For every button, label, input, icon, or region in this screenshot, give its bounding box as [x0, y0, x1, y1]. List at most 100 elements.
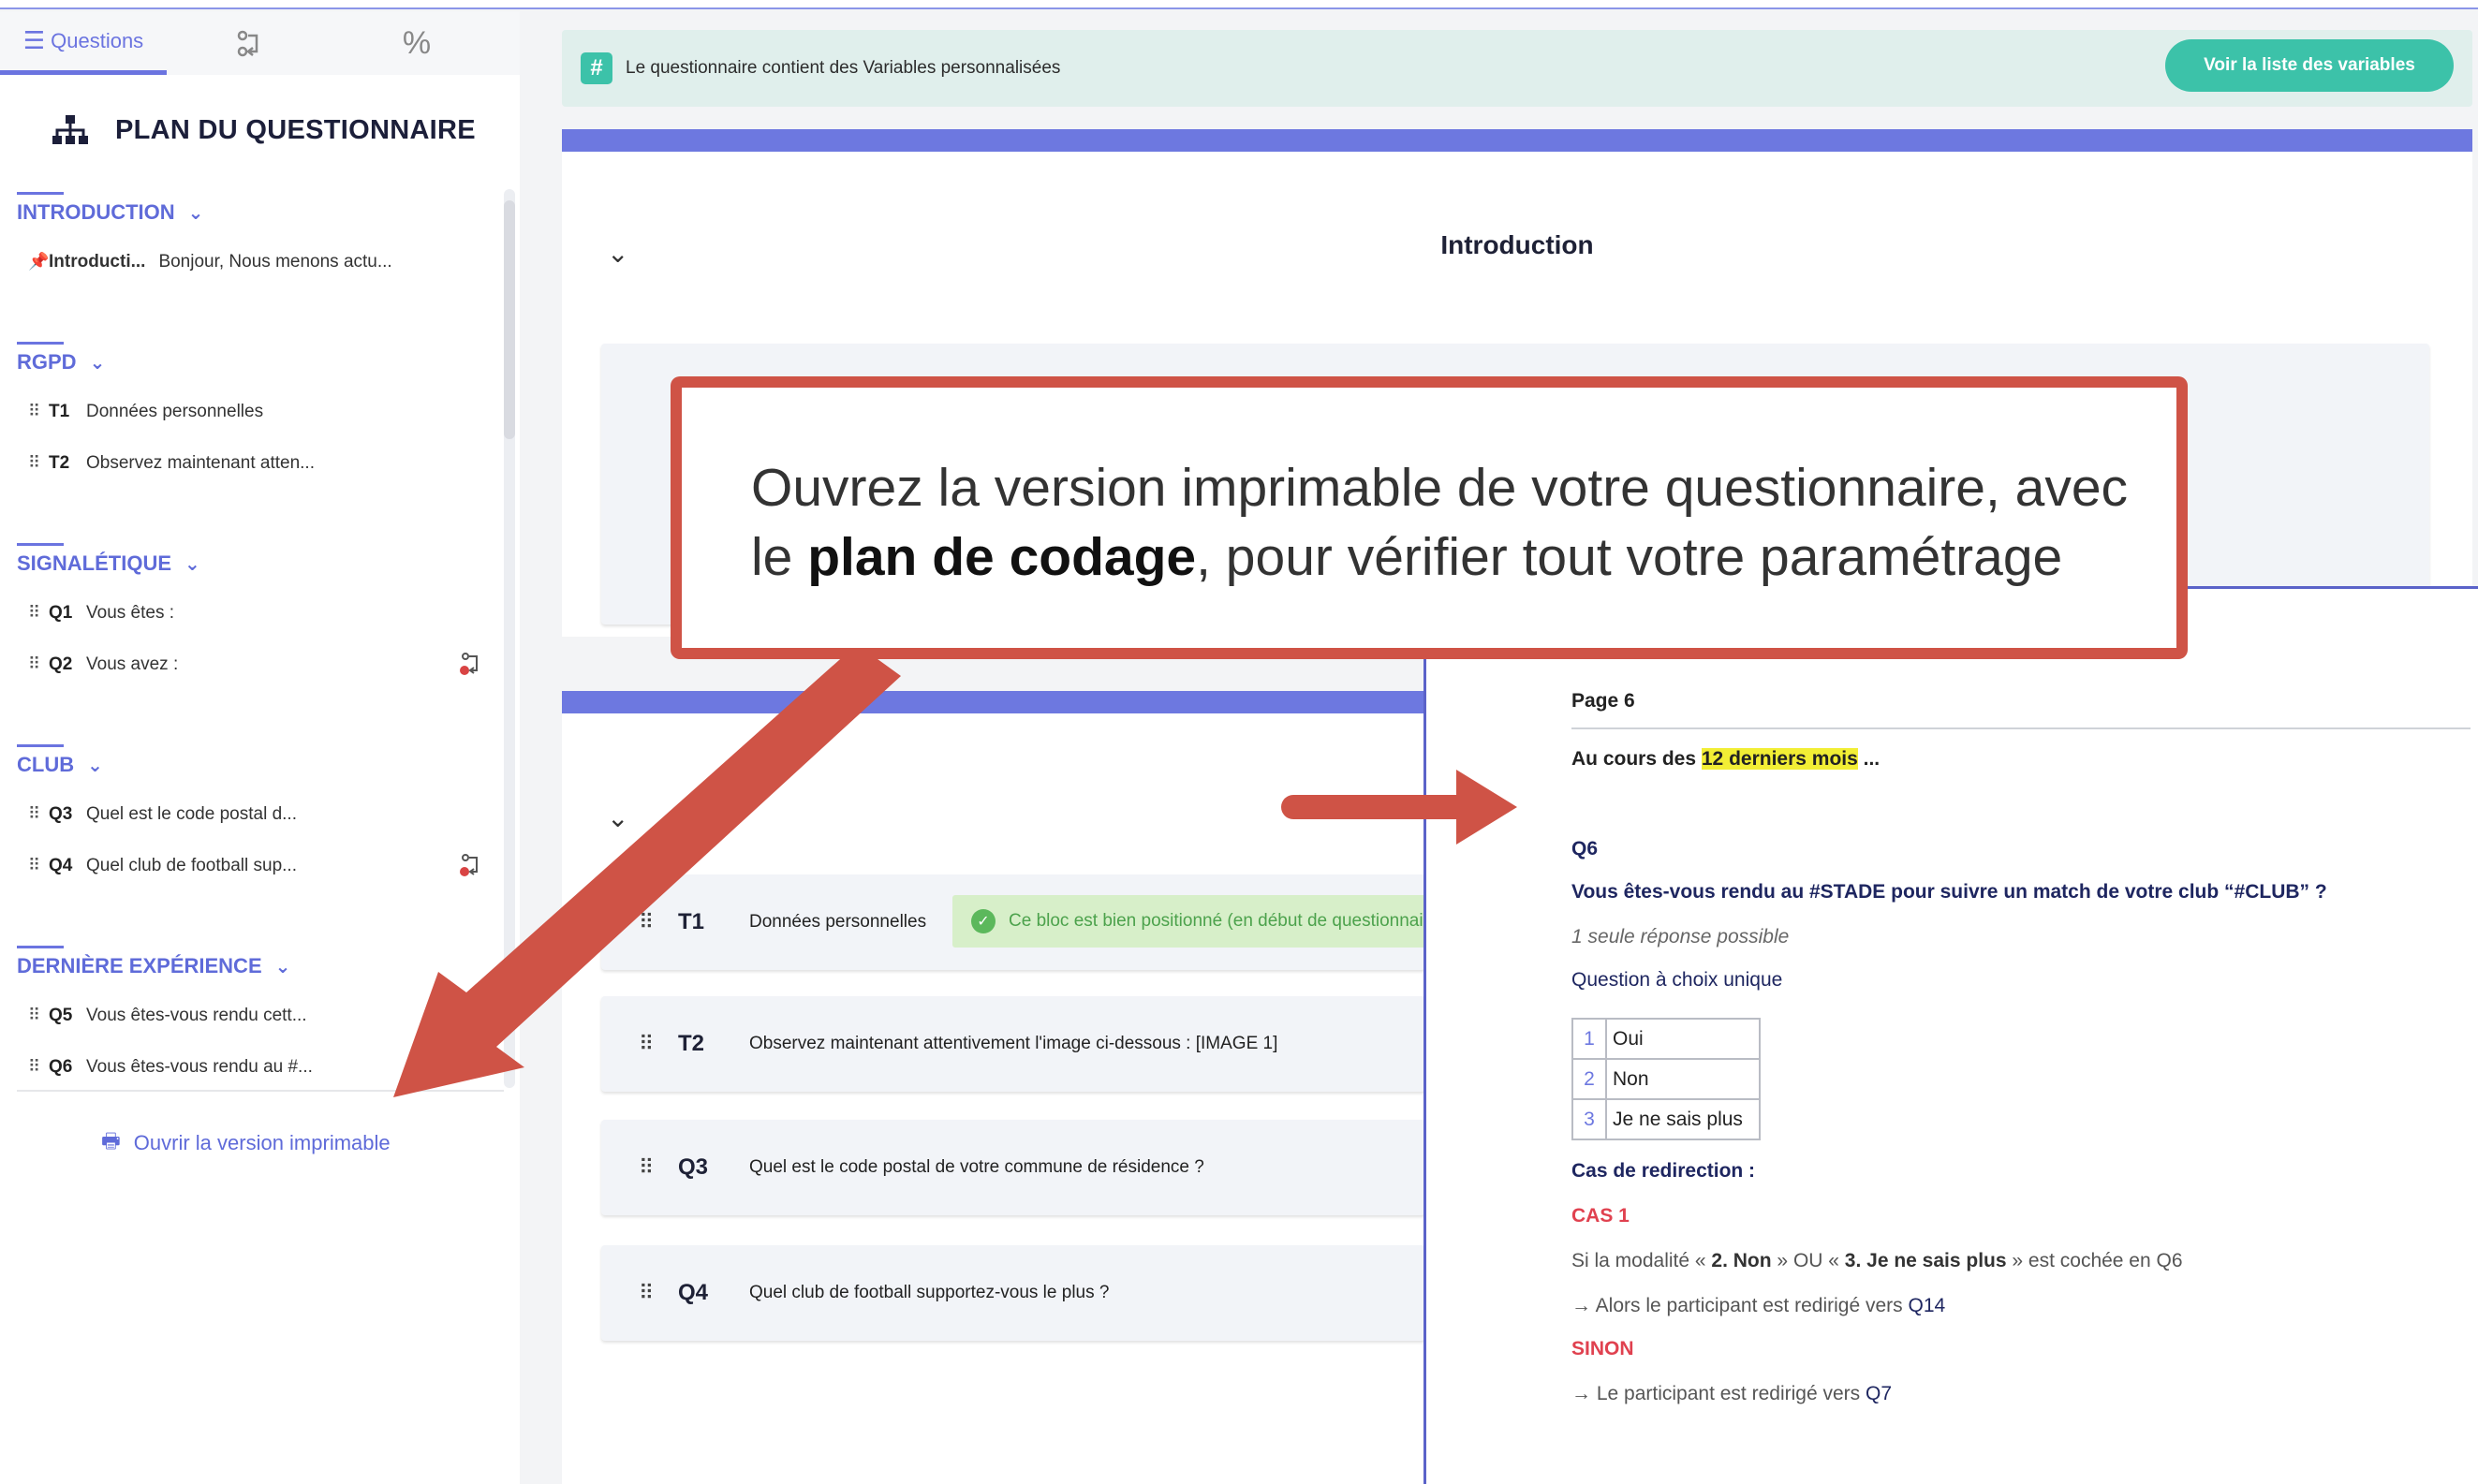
block-questions: ⌄ ⠿ T1 Données personnelles ✓ Ce bloc es…	[562, 691, 1430, 1484]
print-version-link[interactable]: 🖶 Ouvrir la version imprimable	[101, 1125, 391, 1161]
printer-icon: 🖶	[101, 1129, 121, 1153]
item-code: T1	[49, 401, 70, 421]
top-border	[0, 0, 2478, 9]
option-number: 2	[1571, 1058, 1607, 1100]
print-version-label: Ouvrir la version imprimable	[133, 1131, 391, 1154]
drag-handle-icon[interactable]: ⠿	[639, 1155, 667, 1180]
callout-suffix: , pour vérifier tout votre paramétrage	[1196, 527, 2063, 587]
list-icon: ☰	[22, 26, 46, 54]
scrollbar-thumb[interactable]	[504, 200, 515, 439]
section-signaletique: SIGNALÉTIQUE ⌄ ⠿ Q1 Vous êtes : ⠿ Q2 Vou…	[17, 543, 485, 690]
intro-before: Au cours des	[1571, 748, 1702, 770]
cond-opt2: 3. Je ne sais plus	[1844, 1250, 2007, 1271]
drag-handle-icon[interactable]: ⠿	[28, 1006, 49, 1025]
tab-questions[interactable]: ☰ Questions	[0, 11, 167, 75]
question-row-t1[interactable]: ⠿ T1 Données personnelles ✓ Ce bloc est …	[601, 874, 1430, 970]
pin-icon: 📌	[28, 252, 50, 271]
sidebar-item-q6[interactable]: ⠿ Q6 Vous êtes-vous rendu au #...	[17, 1041, 485, 1093]
item-code: Q6	[49, 1056, 73, 1077]
redirect-title: Cas de redirection :	[1571, 1160, 1756, 1182]
question-code: T2	[678, 1031, 705, 1056]
drag-handle-icon[interactable]: ⠿	[28, 856, 49, 875]
question-text: Observez maintenant attentivement l'imag…	[749, 1034, 1278, 1053]
drag-handle-icon[interactable]: ⠿	[28, 453, 49, 473]
option-label: Je ne sais plus	[1605, 1098, 1761, 1140]
sidebar-divider	[17, 1090, 504, 1092]
chevron-down-icon[interactable]: ⌄	[275, 955, 291, 978]
section-header[interactable]: DERNIÈRE EXPÉRIENCE ⌄	[17, 946, 485, 985]
sidebar-item-q4[interactable]: ⠿ Q4 Quel club de football sup...	[17, 840, 485, 891]
question-code: Q4	[678, 1280, 709, 1305]
sidebar-item-q3[interactable]: ⠿ Q3 Quel est le code postal d...	[17, 788, 485, 840]
sidebar-scrollbar[interactable]	[504, 189, 515, 1088]
variables-list-button[interactable]: Voir la liste des variables	[2165, 39, 2454, 92]
item-label: Vous avez :	[86, 654, 179, 674]
item-code: Q3	[49, 803, 73, 824]
section-header[interactable]: RGPD ⌄	[17, 342, 485, 381]
chevron-down-icon[interactable]: ⌄	[188, 201, 204, 225]
intro-after: ...	[1857, 748, 1881, 770]
item-label: Vous êtes-vous rendu au #...	[86, 1056, 313, 1077]
action-prefix: → Alors le participant est redirigé vers	[1571, 1295, 1909, 1316]
redirect-case-1: CAS 1	[1571, 1205, 1630, 1227]
question-text: Données personnelles	[749, 912, 927, 932]
drag-handle-icon[interactable]: ⠿	[639, 910, 667, 934]
banner-text: Le questionnaire contient des Variables …	[626, 58, 1061, 78]
tab-percent[interactable]: %	[333, 11, 500, 75]
sidebar-item-q1[interactable]: ⠿ Q1 Vous êtes :	[17, 587, 485, 639]
else-target: Q7	[1865, 1383, 1892, 1404]
sidebar-item-q2[interactable]: ⠿ Q2 Vous avez :	[17, 639, 485, 690]
section-title: INTRODUCTION	[17, 200, 175, 224]
drag-handle-icon[interactable]: ⠿	[28, 804, 49, 824]
tab-logic[interactable]	[167, 11, 333, 75]
preview-page-label: Page 6	[1571, 690, 1635, 712]
sidebar: ☰ Questions % PLAN DU QUESTIONNAIRE INTR…	[0, 11, 520, 1484]
option-number: 3	[1571, 1098, 1607, 1140]
sidebar-item-t1[interactable]: ⠿ T1 Données personnelles	[17, 386, 485, 437]
drag-handle-icon[interactable]: ⠿	[639, 1032, 667, 1056]
print-preview: Page 6 Au cours des 12 derniers mois ...…	[1423, 586, 2478, 1484]
drag-handle-icon[interactable]: ⠿	[28, 1057, 49, 1077]
item-label: Observez maintenant atten...	[86, 452, 315, 473]
drag-handle-icon[interactable]: ⠿	[639, 1281, 667, 1305]
section-club: CLUB ⌄ ⠿ Q3 Quel est le code postal d...…	[17, 744, 485, 891]
item-label: Bonjour, Nous menons actu...	[158, 251, 392, 272]
preview-question-title: Vous êtes-vous rendu au #STADE pour suiv…	[1571, 881, 2327, 903]
chevron-down-icon[interactable]: ⌄	[87, 754, 103, 777]
section-derniere-experience: DERNIÈRE EXPÉRIENCE ⌄ ⠿ Q5 Vous êtes-vou…	[17, 946, 485, 1093]
drag-handle-icon[interactable]: ⠿	[28, 402, 49, 421]
cond-suffix: » est cochée en Q6	[2006, 1250, 2183, 1271]
redirect-logic-icon	[460, 653, 478, 675]
preview-question-code: Q6	[1571, 838, 1599, 860]
section-header[interactable]: INTRODUCTION ⌄	[17, 192, 485, 231]
preview-intro: Au cours des 12 derniers mois ...	[1571, 748, 1880, 771]
redirect-else-action: → Le participant est redirigé vers Q7	[1571, 1383, 1892, 1405]
intro-highlight: 12 derniers mois	[1701, 748, 1858, 770]
question-row-q4[interactable]: ⠿ Q4 Quel club de football supportez-vou…	[601, 1245, 1425, 1341]
drag-handle-icon[interactable]: ⠿	[28, 603, 49, 623]
section-header[interactable]: SIGNALÉTIQUE ⌄	[17, 543, 485, 582]
section-rgpd: RGPD ⌄ ⠿ T1 Données personnelles ⠿ T2 Ob…	[17, 342, 485, 489]
check-circle-icon: ✓	[971, 909, 996, 933]
redirect-else: SINON	[1571, 1338, 1634, 1359]
option-row: 1 Oui	[1571, 1018, 1761, 1060]
question-row-t2[interactable]: ⠿ T2 Observez maintenant attentivement l…	[601, 996, 1425, 1092]
tab-questions-label: Questions	[51, 28, 144, 52]
chevron-down-icon[interactable]: ⌄	[607, 802, 628, 833]
item-code: Introducti...	[49, 251, 146, 272]
sidebar-item-q5[interactable]: ⠿ Q5 Vous êtes-vous rendu cett...	[17, 990, 485, 1041]
drag-handle-icon[interactable]: ⠿	[28, 654, 49, 674]
plan-title: PLAN DU QUESTIONNAIRE	[52, 114, 476, 146]
variables-banner: # Le questionnaire contient des Variable…	[562, 30, 2472, 107]
block-title: Introduction	[1440, 230, 1594, 259]
sitemap-icon	[52, 115, 88, 144]
preview-separator	[1571, 727, 2471, 729]
sidebar-item-t2[interactable]: ⠿ T2 Observez maintenant atten...	[17, 437, 485, 489]
question-row-q3[interactable]: ⠿ Q3 Quel est le code postal de votre co…	[601, 1120, 1425, 1215]
chevron-down-icon[interactable]: ⌄	[184, 552, 200, 576]
sidebar-item-introduction[interactable]: 📌 Introducti... Bonjour, Nous menons act…	[17, 236, 485, 287]
chevron-down-icon[interactable]: ⌄	[90, 351, 106, 375]
logic-icon	[237, 30, 258, 57]
redirect-case-1-action: → Alors le participant est redirigé vers…	[1571, 1295, 1945, 1317]
section-header[interactable]: CLUB ⌄	[17, 744, 485, 784]
